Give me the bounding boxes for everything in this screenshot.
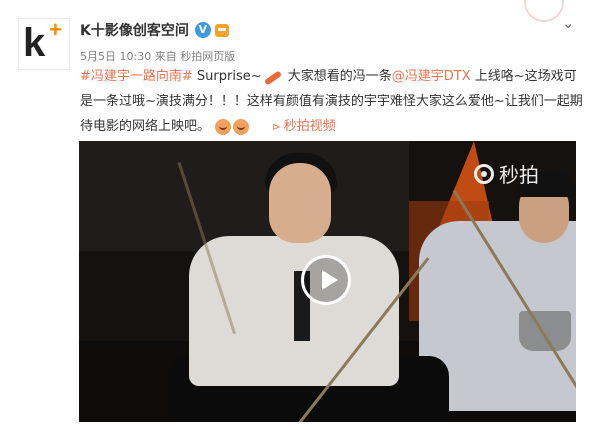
video-link-label: 秒拍视频 [283,119,336,134]
post-source[interactable]: 来自 秒拍网页版 [155,50,236,63]
video-pot [519,311,571,351]
post-text-1: Surprise~ [192,69,262,84]
mention-link[interactable]: @冯建宇DTX [392,69,471,84]
post-text: #冯建宇一路向南# Surprise~ 大家想看的冯一条@冯建宇DTX 上线咯~… [80,64,585,140]
sausage-emoji-icon [262,69,284,85]
post-text-2: 大家想看的冯一条 [283,69,392,84]
video-bg-sky [79,141,409,251]
chevron-down-icon[interactable]: ⌄ [562,14,575,32]
avatar-logo-plus: + [49,17,62,42]
face-emoji-icon [232,118,250,135]
avatar-logo-k: k [23,21,46,65]
video-link[interactable]: ⊳ 秒拍视频 [272,119,335,134]
face-emoji-icon [214,118,232,135]
crown-badge-icon [214,23,229,37]
video-person-main-head [269,163,331,243]
author-name[interactable]: K十影像创客空间 [80,20,189,40]
post-date[interactable]: 5月5日 10:30 [80,50,151,63]
verified-icon: V [194,22,211,38]
author-row: K十影像创客空间 V [80,20,229,40]
video-play-small-icon: ⊳ [272,122,281,133]
video-player[interactable]: 秒拍 [79,141,576,422]
watermark-text: 秒拍 [499,163,539,187]
miaopai-watermark: 秒拍 [474,159,539,188]
play-circle-icon[interactable] [301,255,351,305]
avatar[interactable]: k + [18,18,70,70]
miaopai-logo-icon [474,163,494,184]
post-meta: 5月5日 10:30 来自 秒拍网页版 [80,48,235,64]
stamp-icon [524,0,564,22]
topic-link[interactable]: #冯建宇一路向南# [80,69,193,84]
